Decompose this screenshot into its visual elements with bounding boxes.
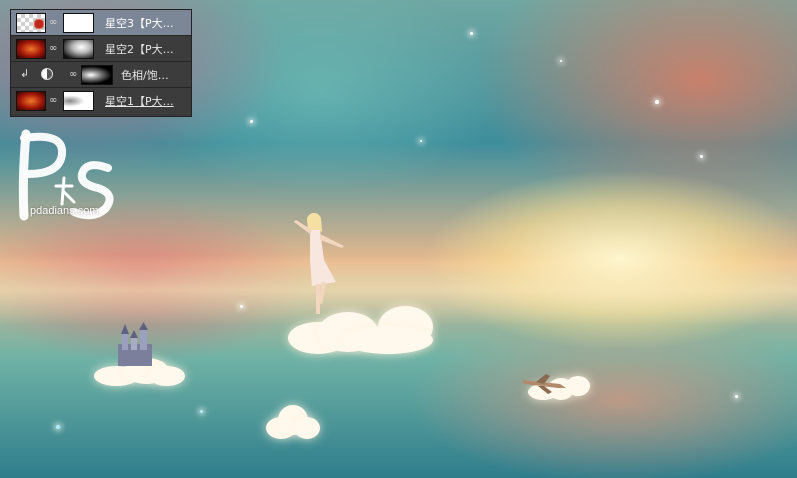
layer-row-hue-saturation[interactable]: ↲ ∞ 色相/饱… — [11, 62, 191, 88]
star — [470, 32, 473, 35]
star — [420, 140, 422, 142]
layers-panel: ∞ 星空3【P大… ∞ 星空2【P大… ↲ ∞ 色相/饱… ∞ 星空1【P大… — [10, 9, 192, 117]
star — [56, 425, 60, 429]
half-circle-icon[interactable] — [41, 68, 53, 80]
link-icon[interactable]: ∞ — [69, 69, 77, 81]
link-icon[interactable]: ∞ — [49, 43, 57, 55]
star — [240, 305, 243, 308]
layer-mask-thumb[interactable] — [63, 13, 94, 33]
layer-name[interactable]: 星空1【P大… — [105, 93, 174, 109]
castle-icon — [118, 322, 152, 366]
layer-mask-thumb[interactable] — [81, 65, 113, 85]
star — [700, 155, 703, 158]
layer-mask-thumb[interactable] — [63, 39, 94, 59]
layer-name[interactable]: 星空3【P大… — [105, 15, 174, 31]
star — [200, 410, 203, 413]
girl-figure — [294, 213, 344, 314]
red-nebula-thumb — [16, 39, 46, 59]
star — [735, 395, 738, 398]
link-icon[interactable]: ∞ — [49, 17, 57, 29]
layer-row-starry-1[interactable]: ∞ 星空1【P大… — [11, 88, 191, 114]
star — [560, 60, 562, 62]
layer-mask-thumb[interactable] — [63, 91, 94, 111]
layer-row-starry-3[interactable]: ∞ 星空3【P大… — [11, 10, 191, 36]
star — [250, 120, 253, 123]
layer-name[interactable]: 色相/饱… — [121, 67, 169, 83]
layer-row-starry-2[interactable]: ∞ 星空2【P大… — [11, 36, 191, 62]
layer-name[interactable]: 星空2【P大… — [105, 41, 174, 57]
red-nebula-thumb — [16, 91, 46, 111]
small-cloud — [266, 405, 322, 441]
star — [655, 100, 659, 104]
clipping-arrow-icon: ↲ — [20, 67, 30, 80]
starfield-transparent-thumb — [16, 13, 46, 33]
watermark-site: pdadians.com — [30, 205, 99, 217]
airplane-icon — [522, 374, 566, 394]
link-icon[interactable]: ∞ — [49, 95, 57, 107]
